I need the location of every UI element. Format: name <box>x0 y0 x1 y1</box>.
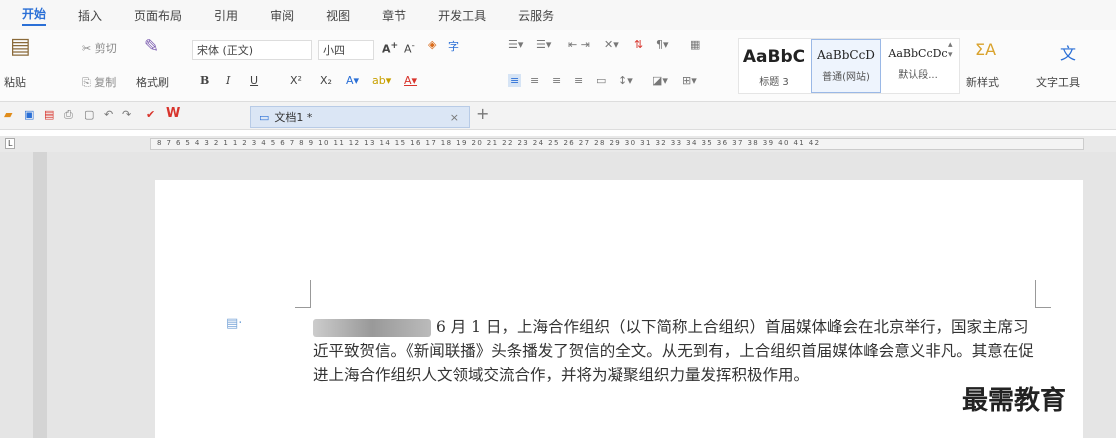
tab-references[interactable]: 引用 <box>214 7 238 24</box>
paragraph-options-icon[interactable]: ▤· <box>226 316 242 331</box>
italic-button[interactable]: I <box>226 74 230 87</box>
justify-icon[interactable]: ≡ <box>574 74 583 87</box>
tab-view[interactable]: 视图 <box>326 7 350 24</box>
style-normal-web[interactable]: AaBbCcD 普通(网站) <box>811 39 881 93</box>
tab-cloud[interactable]: 云服务 <box>518 7 554 24</box>
pinyin-icon[interactable]: 字 <box>448 38 459 54</box>
distribute-icon[interactable]: ▭ <box>596 74 606 87</box>
tab-page-layout[interactable]: 页面布局 <box>134 7 182 24</box>
text-tool-button[interactable]: 文字工具 <box>1036 74 1080 90</box>
new-style-button[interactable]: 新样式 <box>966 74 999 90</box>
underline-button[interactable]: U <box>250 74 258 87</box>
grow-font-button[interactable]: A+ <box>382 40 398 56</box>
tab-home[interactable]: 开始 <box>22 5 47 26</box>
style-caption: 默认段... <box>898 70 938 81</box>
paste-button[interactable]: 粘贴 <box>4 74 26 90</box>
ruler-scale: 8 7 6 5 4 3 2 1 1 2 3 4 5 6 7 8 9 10 11 … <box>150 138 1084 150</box>
document-paragraph[interactable]: 6 月 1 日，上海合作组织（以下简称上合组织）首届媒体峰会在北京举行，国家主席… <box>313 315 1043 387</box>
vertical-ruler[interactable] <box>33 152 47 438</box>
styles-gallery: AaBbC 标题 3 AaBbCcD 普通(网站) AaBbCcDc 默认段..… <box>738 38 960 94</box>
tab-stop-selector[interactable]: L <box>5 138 16 149</box>
indent-icon[interactable]: ⇤ ⇥ <box>568 38 590 51</box>
cut-label: 剪切 <box>94 42 117 55</box>
copy-button[interactable]: ⎘ 复制 <box>82 74 116 90</box>
border-icon[interactable]: ⊞▾ <box>682 74 697 87</box>
paste-icon[interactable]: ▤ <box>10 34 31 59</box>
undo-icon[interactable]: ↶ <box>104 108 113 121</box>
format-painter-icon[interactable]: ✎ <box>144 36 159 57</box>
font-color-icon[interactable]: A▾ <box>404 74 417 87</box>
shading-icon[interactable]: ◪▾ <box>652 74 668 87</box>
font-size-select[interactable]: 小四 <box>318 40 374 60</box>
check-icon[interactable]: ✔ <box>146 108 155 121</box>
superscript-button[interactable]: X² <box>290 74 302 87</box>
document-canvas <box>0 152 1116 438</box>
font-name-select[interactable]: 宋体 (正文) <box>192 40 312 60</box>
print-icon[interactable]: ⎙ <box>64 108 73 122</box>
tab-section[interactable]: 章节 <box>382 7 406 24</box>
style-preview: AaBbCcDc <box>888 47 948 60</box>
menu-bar: 开始 插入 页面布局 引用 审阅 视图 章节 开发工具 云服务 <box>0 0 1116 30</box>
shrink-font-button[interactable]: A- <box>404 40 415 56</box>
document-icon: ▭ <box>259 110 270 124</box>
table-icon[interactable]: ▦ <box>690 38 700 51</box>
numbered-list-icon[interactable]: ☰▾ <box>536 38 551 51</box>
styles-scroll-icon[interactable]: ▴ ▾ <box>948 40 953 60</box>
redo-icon[interactable]: ↷ <box>122 108 131 121</box>
format-painter-button[interactable]: 格式刷 <box>136 74 169 90</box>
style-caption: 普通(网站) <box>822 72 870 83</box>
export-pdf-icon[interactable]: ▤ <box>44 108 54 121</box>
redacted-text <box>313 319 431 337</box>
cut-button[interactable]: ✂ 剪切 <box>82 40 117 56</box>
align-right-icon[interactable]: ≡ <box>552 74 561 87</box>
document-tab[interactable]: ▭ 文档1 * × <box>250 106 470 128</box>
line-tools-icon[interactable]: ✕▾ <box>604 38 619 51</box>
horizontal-ruler[interactable]: L 8 7 6 5 4 3 2 1 1 2 3 4 5 6 7 8 9 10 1… <box>0 136 1116 152</box>
preview-icon[interactable]: ▢ <box>84 108 94 121</box>
margin-mark-left <box>295 280 311 308</box>
ruler-numbers: 8 7 6 5 4 3 2 1 1 2 3 4 5 6 7 8 9 10 11 … <box>157 139 821 147</box>
save-icon[interactable]: ▣ <box>24 108 34 121</box>
bullet-list-icon[interactable]: ☰▾ <box>508 38 523 51</box>
style-caption: 标题 3 <box>759 77 789 88</box>
watermark: 最需教育 <box>962 386 1067 416</box>
style-preview: AaBbC <box>742 47 806 67</box>
highlight-icon[interactable]: ab▾ <box>372 74 391 87</box>
new-tab-button[interactable]: + <box>476 104 489 123</box>
tab-review[interactable]: 审阅 <box>270 7 294 24</box>
document-tab-title: 文档1 * <box>274 111 313 124</box>
document-page[interactable] <box>155 180 1083 438</box>
align-left-icon[interactable]: ≡ <box>508 74 522 87</box>
style-default-para[interactable]: AaBbCcDc 默认段... <box>883 39 953 93</box>
align-center-icon[interactable]: ≡ <box>530 74 539 87</box>
tab-developer[interactable]: 开发工具 <box>438 7 486 24</box>
text-tool-icon[interactable]: 文 <box>1060 40 1076 64</box>
line-spacing-icon[interactable]: ↕▾ <box>618 74 633 87</box>
quick-access-bar: ▰ ▣ ▤ ⎙ ▢ ↶ ↷ ✔ W ▭ 文档1 * × + <box>0 102 1116 130</box>
wps-logo-icon[interactable]: W <box>166 106 180 121</box>
tab-insert[interactable]: 插入 <box>78 7 102 24</box>
ribbon: ▤ 粘贴 ✂ 剪切 ⎘ 复制 ✎ 格式刷 宋体 (正文) 小四 A+ A- ◈ … <box>0 30 1116 102</box>
text-effect-icon[interactable]: A▾ <box>346 74 359 87</box>
paragraph-lead: 6 月 1 日，上海合作组织（以下简称上合组织）首届媒体峰会在北 <box>435 318 889 336</box>
sort-icon[interactable]: ⇅ <box>634 38 643 51</box>
clear-format-icon[interactable]: ◈ <box>428 38 436 51</box>
style-heading3[interactable]: AaBbC 标题 3 <box>739 39 809 93</box>
copy-label: 复制 <box>94 76 117 89</box>
margin-mark-right <box>1035 280 1051 308</box>
open-icon[interactable]: ▰ <box>4 108 12 121</box>
style-preview: AaBbCcD <box>817 48 875 62</box>
show-marks-icon[interactable]: ¶▾ <box>656 38 669 51</box>
close-tab-icon[interactable]: × <box>450 111 459 124</box>
subscript-button[interactable]: X₂ <box>320 74 332 87</box>
bold-button[interactable]: B <box>200 74 209 87</box>
new-style-icon[interactable]: ƩA <box>975 40 996 59</box>
